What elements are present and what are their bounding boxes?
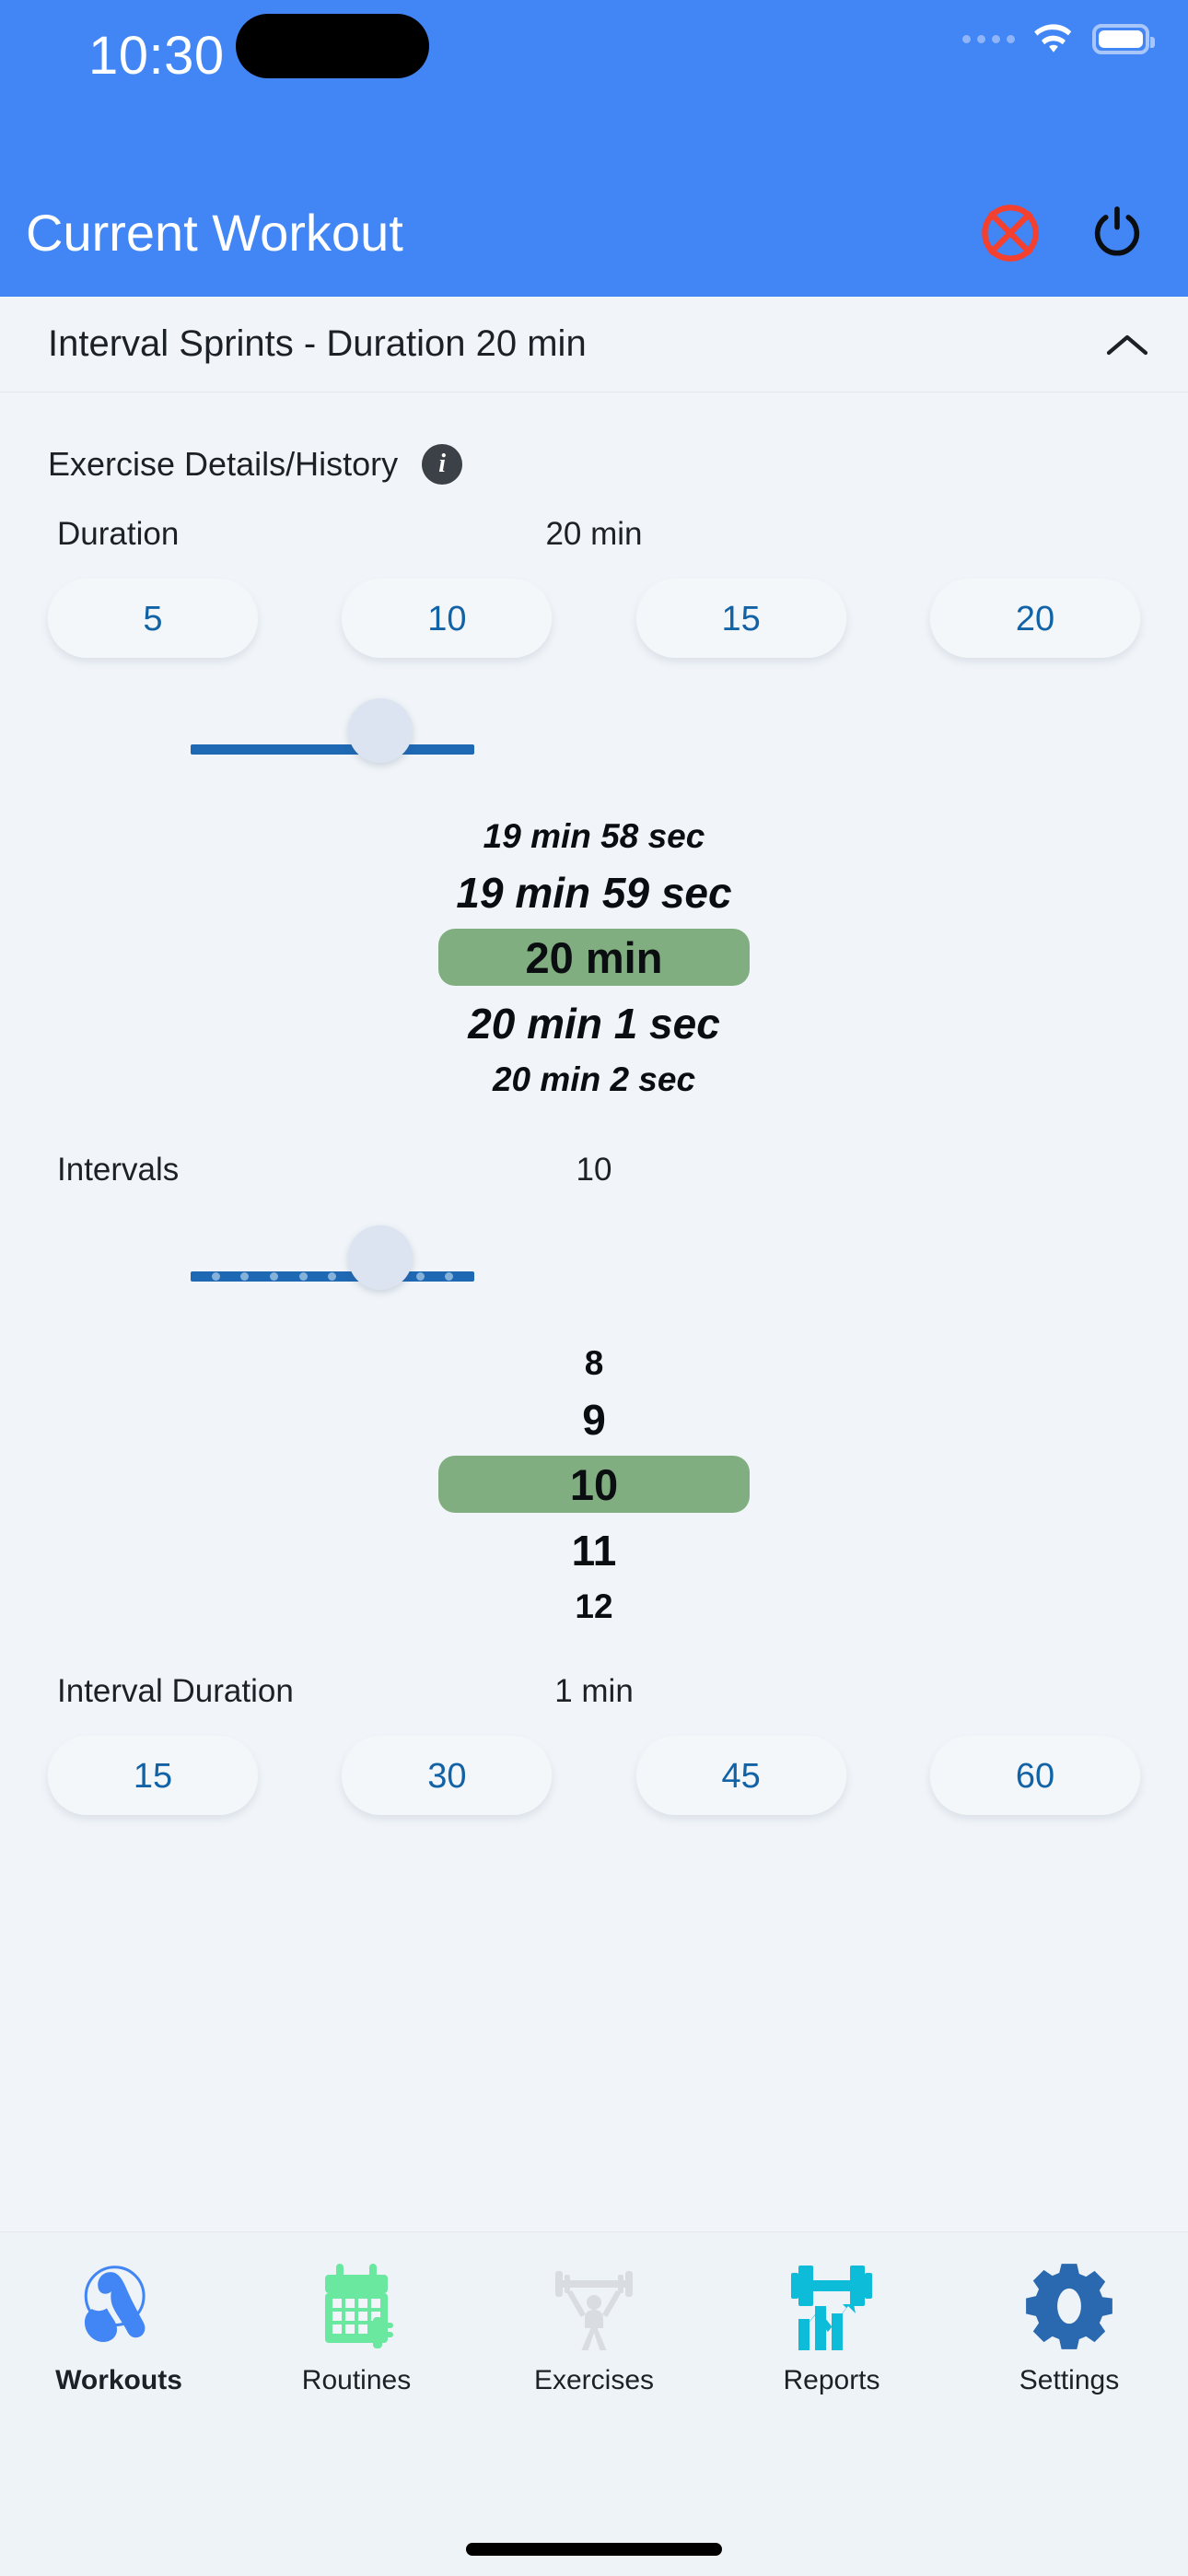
info-icon[interactable]: i — [422, 444, 463, 485]
exercise-details-label: Exercise Details/History — [48, 445, 399, 483]
field-header: Intervals 10 — [0, 1152, 1188, 1200]
preset-button[interactable]: 30 — [342, 1738, 553, 1815]
interval-duration-presets: 15 30 45 60 — [0, 1721, 1188, 1815]
wheel-item-selected[interactable]: 10 — [438, 1456, 750, 1513]
tab-label: Exercises — [533, 2365, 655, 2395]
status-indicators — [962, 22, 1155, 55]
exercise-title: Interval Sprints - Duration 20 min — [48, 323, 587, 364]
preset-button[interactable]: 20 — [929, 580, 1140, 658]
status-bar: 10:30 — [0, 0, 1188, 175]
wheel-item[interactable]: 19 min 59 sec — [0, 862, 1188, 923]
field-interval-duration: Interval Duration 1 min 15 30 45 60 — [0, 1673, 1188, 1815]
wheel-item[interactable]: 19 min 58 sec — [0, 811, 1188, 862]
wheel-item-selected[interactable]: 20 min — [438, 929, 750, 986]
app-screen: 10:30 Current Workout Interval Sprints -… — [0, 0, 1188, 2576]
wheel-item[interactable]: 12 — [0, 1581, 1188, 1633]
wheel-selected-row: 10 — [0, 1456, 1188, 1513]
tab-routines[interactable]: Routines — [238, 2256, 475, 2396]
field-label: Duration — [57, 516, 180, 552]
field-header: Interval Duration 1 min — [0, 1673, 1188, 1721]
preset-button[interactable]: 15 — [635, 580, 846, 658]
slider-tick-marks — [191, 1271, 474, 1282]
dynamic-island — [236, 14, 429, 78]
cellular-dots-icon — [962, 34, 1015, 43]
tab-label: Reports — [783, 2365, 880, 2395]
tab-label: Routines — [301, 2365, 412, 2395]
exercise-details-row[interactable]: Exercise Details/History i — [0, 392, 1188, 485]
weightlifter-icon — [548, 2256, 640, 2356]
field-value: 20 min — [545, 516, 643, 552]
power-button[interactable] — [1081, 195, 1153, 271]
wheel-item[interactable]: 20 min 1 sec — [0, 993, 1188, 1054]
slider-thumb[interactable] — [348, 698, 413, 763]
gear-icon — [1023, 2256, 1115, 2356]
preset-button[interactable]: 15 — [48, 1738, 258, 1815]
battery-icon — [1092, 23, 1155, 54]
exercise-header[interactable]: Interval Sprints - Duration 20 min — [0, 297, 1188, 392]
duration-presets: 5 10 15 20 — [0, 564, 1188, 658]
wifi-icon — [1031, 22, 1076, 55]
status-clock: 10:30 — [88, 26, 225, 86]
field-label: Intervals — [57, 1152, 180, 1188]
wheel-item[interactable]: 8 — [0, 1338, 1188, 1389]
field-value: 1 min — [554, 1673, 634, 1709]
intervals-slider[interactable] — [0, 1220, 1188, 1334]
field-duration: Duration 20 min 5 10 15 20 19 min 58 sec… — [0, 516, 1188, 1106]
preset-button[interactable]: 10 — [342, 580, 553, 658]
duration-picker-wheel[interactable]: 19 min 58 sec 19 min 59 sec 20 min 20 mi… — [0, 807, 1188, 1106]
preset-button[interactable]: 60 — [929, 1738, 1140, 1815]
tab-reports[interactable]: Reports — [713, 2256, 950, 2396]
slider-thumb[interactable] — [348, 1225, 413, 1290]
field-intervals: Intervals 10 8 9 10 11 12 — [0, 1152, 1188, 1633]
field-value: 10 — [576, 1152, 612, 1188]
tab-settings[interactable]: Settings — [950, 2256, 1188, 2396]
page-title: Current Workout — [26, 204, 403, 262]
dumbbell-chart-icon — [784, 2256, 879, 2356]
field-header: Duration 20 min — [0, 516, 1188, 564]
tab-label: Workouts — [55, 2365, 182, 2395]
tab-label: Settings — [1019, 2365, 1120, 2395]
duration-slider[interactable] — [0, 693, 1188, 807]
field-label: Interval Duration — [57, 1673, 294, 1709]
wheel-selected-row: 20 min — [0, 929, 1188, 986]
cancel-workout-button[interactable] — [974, 195, 1046, 271]
nav-actions — [974, 195, 1153, 271]
wheel-item[interactable]: 9 — [0, 1389, 1188, 1450]
workout-panel: Interval Sprints - Duration 20 min Exerc… — [0, 297, 1188, 2231]
bicep-flex-icon — [71, 2256, 167, 2356]
preset-button[interactable]: 5 — [48, 580, 258, 658]
wheel-item[interactable]: 20 min 2 sec — [0, 1054, 1188, 1106]
tab-exercises[interactable]: Exercises — [475, 2256, 713, 2396]
intervals-picker-wheel[interactable]: 8 9 10 11 12 — [0, 1334, 1188, 1633]
chevron-up-icon[interactable] — [1103, 321, 1151, 369]
home-bar — [466, 2543, 722, 2556]
wheel-item[interactable]: 11 — [0, 1520, 1188, 1581]
calendar-icon — [312, 2256, 401, 2356]
slider-track[interactable] — [191, 744, 474, 755]
tab-workouts[interactable]: Workouts — [0, 2256, 238, 2396]
preset-button[interactable]: 45 — [635, 1738, 846, 1815]
nav-bar: Current Workout — [0, 175, 1188, 297]
bottom-tab-bar: Workouts Routines Exercises Reports Sett… — [0, 2231, 1188, 2576]
